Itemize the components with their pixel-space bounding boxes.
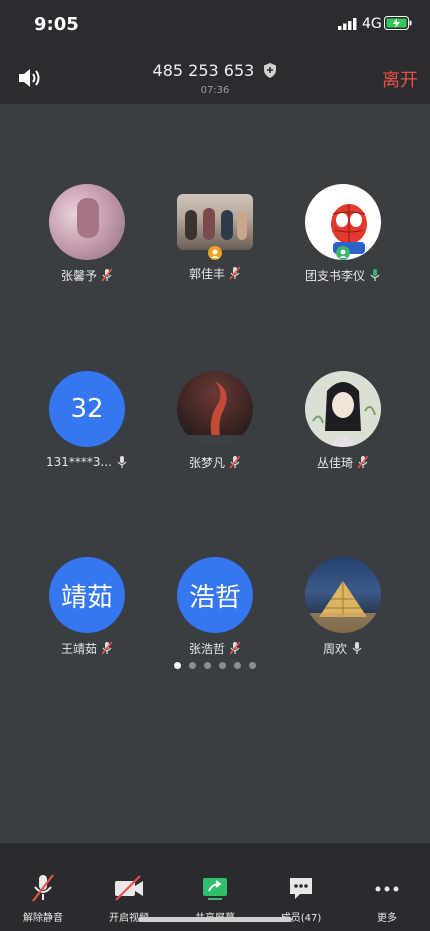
- avatar: [177, 194, 253, 250]
- status-bar: 9:05 4G: [0, 0, 430, 50]
- meeting-header: 485 253 653 07:36 离开: [0, 50, 430, 104]
- leave-button[interactable]: 离开: [382, 66, 418, 92]
- participant-name: 张馨予: [60, 268, 97, 283]
- avatar-initials: 浩哲: [188, 582, 241, 613]
- meeting-id-row[interactable]: 485 253 653: [0, 60, 430, 80]
- unmute-label: 解除静音: [23, 913, 63, 924]
- mic-muted-icon: [229, 641, 241, 655]
- participant-name: 丛佳琦: [316, 455, 353, 470]
- mic-on-icon: [370, 269, 380, 281]
- battery-charging-icon: [384, 16, 412, 30]
- shield-icon: [264, 63, 277, 78]
- more-label: 更多: [377, 913, 397, 924]
- participant-name: 团支书李仪: [304, 268, 365, 283]
- page-indicator[interactable]: [0, 654, 430, 673]
- page-dot[interactable]: [219, 662, 226, 669]
- mic-muted-icon: [101, 641, 113, 655]
- participant-name: 张梦凡: [188, 455, 225, 470]
- participant-tile[interactable]: 郭佳丰: [155, 184, 275, 282]
- avatar: 32: [49, 371, 125, 447]
- chat-bubble-icon: [290, 878, 312, 899]
- participant-tile[interactable]: 丛佳琦: [283, 371, 403, 471]
- home-indicator[interactable]: [138, 917, 292, 922]
- meeting-duration: 07:36: [200, 85, 230, 96]
- mic-muted-icon: [32, 874, 54, 902]
- more-icon: [375, 886, 399, 892]
- cohost-badge-icon: [336, 246, 350, 260]
- participant-tile[interactable]: 周欢: [283, 557, 403, 657]
- avatar: [49, 184, 125, 260]
- page-dot[interactable]: [189, 662, 196, 669]
- participant-tile[interactable]: 张梦凡: [155, 371, 275, 471]
- network-type: 4G: [362, 16, 382, 32]
- participant-tile[interactable]: 32 131****3...: [27, 371, 147, 471]
- avatar-initials: 32: [70, 394, 104, 424]
- page-dot[interactable]: [234, 662, 241, 669]
- participant-tile[interactable]: 浩哲 张浩哲: [155, 557, 275, 657]
- avatar: 浩哲: [177, 557, 253, 633]
- page-dot[interactable]: [249, 662, 256, 669]
- participant-name: 郭佳丰: [188, 266, 225, 281]
- mic-on-icon: [117, 456, 127, 468]
- avatar: [305, 557, 381, 633]
- avatar: 靖茹: [49, 557, 125, 633]
- participant-tile[interactable]: 团支书李仪: [283, 184, 403, 284]
- avatar: [305, 371, 381, 447]
- mic-muted-icon: [357, 455, 369, 469]
- participant-tile[interactable]: 靖茹 王靖茹: [27, 557, 147, 657]
- mic-muted-icon: [229, 266, 241, 280]
- video-off-icon: [115, 875, 143, 901]
- meeting-id: 485 253 653: [152, 61, 255, 80]
- avatar: [177, 371, 253, 447]
- status-time: 9:05: [34, 14, 79, 35]
- unmute-button[interactable]: 解除静音: [3, 873, 83, 924]
- mic-on-icon: [352, 642, 362, 654]
- host-badge-icon: [208, 246, 222, 260]
- page-dot[interactable]: [174, 662, 181, 669]
- signal-icon: [338, 18, 357, 30]
- participant-name: 131****3...: [46, 455, 112, 469]
- more-button[interactable]: 更多: [347, 873, 427, 924]
- participant-tile[interactable]: 张馨予: [27, 184, 147, 284]
- mic-muted-icon: [101, 268, 113, 282]
- page-dot[interactable]: [204, 662, 211, 669]
- mic-muted-icon: [229, 455, 241, 469]
- share-screen-icon: [203, 878, 227, 900]
- avatar-initials: 靖茹: [60, 582, 113, 613]
